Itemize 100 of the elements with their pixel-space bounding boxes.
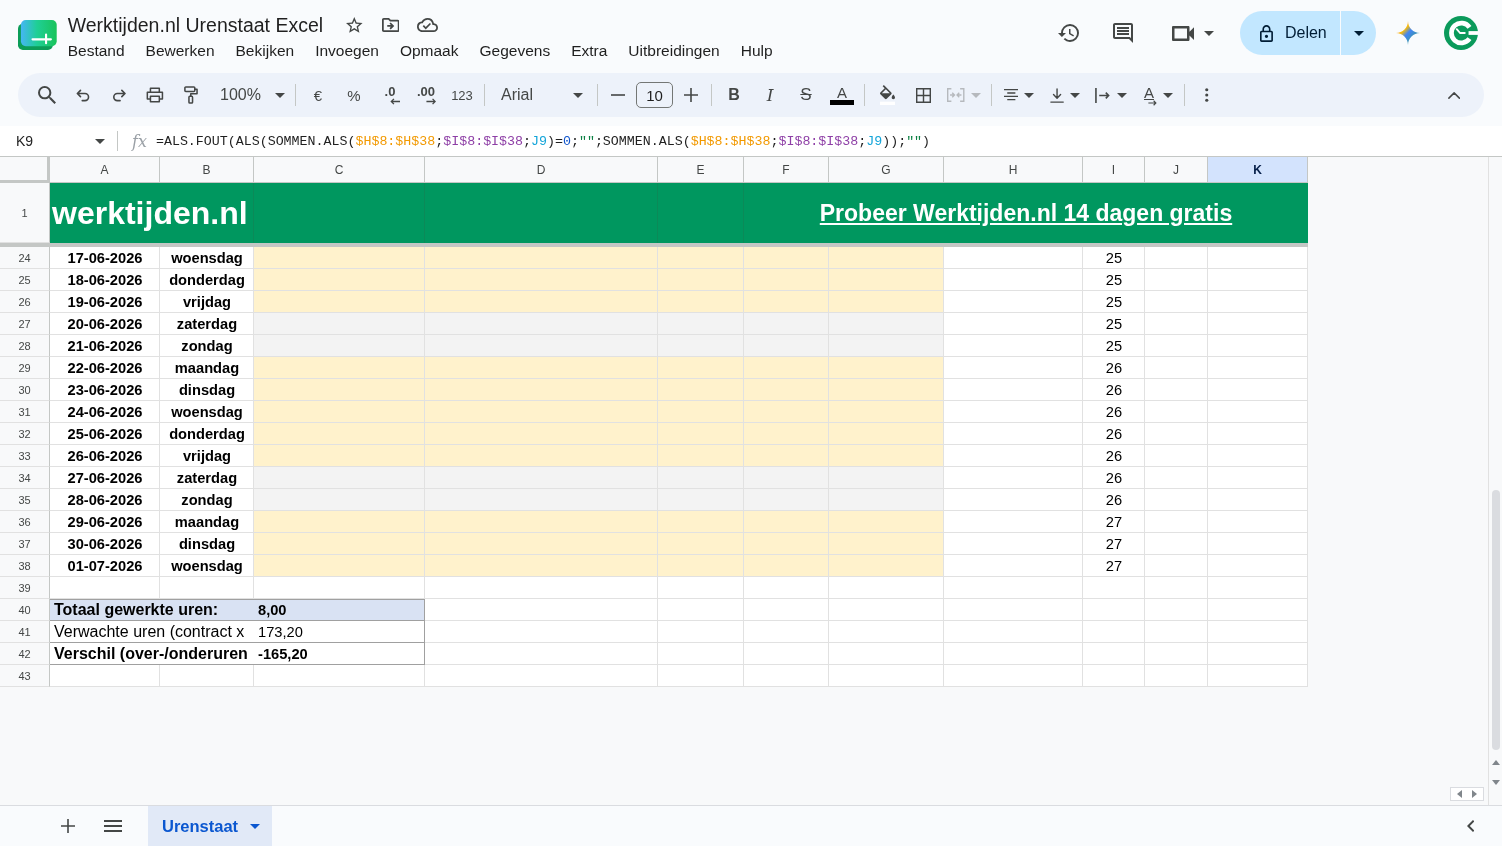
day-cell-text: dinsdag xyxy=(177,381,237,400)
column-header[interactable]: K xyxy=(1208,157,1308,183)
italic-button[interactable]: I xyxy=(752,80,788,110)
row-header[interactable]: 35 xyxy=(0,489,50,511)
decrease-decimals-button[interactable]: .0 xyxy=(372,80,408,110)
date-cell-text: 26-06-2026 xyxy=(66,447,144,466)
borders-icon[interactable] xyxy=(915,87,931,103)
zoom-dropdown[interactable]: 100% xyxy=(209,80,291,110)
menu-item[interactable]: Gegevens xyxy=(479,42,551,60)
menu-item[interactable]: Opmaak xyxy=(399,42,459,60)
name-box[interactable]: K9 xyxy=(8,128,110,154)
column-header[interactable]: H xyxy=(944,157,1083,183)
row-header[interactable]: 43 xyxy=(0,665,50,687)
column-header[interactable]: G xyxy=(829,157,944,183)
caret-icon xyxy=(1070,92,1081,98)
history-icon[interactable] xyxy=(1057,24,1079,42)
row-header[interactable]: 33 xyxy=(0,445,50,467)
row-header[interactable]: 41 xyxy=(0,621,50,643)
menu-item[interactable]: Uitbreidingen xyxy=(628,42,720,60)
row-header[interactable]: 42 xyxy=(0,643,50,665)
day-cell-text: maandag xyxy=(173,513,241,532)
document-title[interactable]: Werktijden.nl Urenstaat Excel xyxy=(67,13,324,37)
row-header[interactable]: 24 xyxy=(0,247,50,269)
column-header[interactable]: D xyxy=(425,157,658,183)
sheet-tab[interactable]: Urenstaat xyxy=(148,806,273,846)
menu-item[interactable]: Invoegen xyxy=(315,42,379,60)
day-cell-text: zaterdag xyxy=(175,469,239,488)
avatar-icon[interactable] xyxy=(1444,16,1478,50)
font-size-field[interactable]: 10 xyxy=(636,82,673,108)
undo-icon[interactable] xyxy=(75,88,91,102)
menu-item[interactable]: Extra xyxy=(571,42,608,60)
column-header[interactable]: I xyxy=(1083,157,1145,183)
paint-format-icon[interactable] xyxy=(183,86,199,104)
scroll-right-icon[interactable] xyxy=(1472,790,1477,798)
row-header[interactable]: 36 xyxy=(0,511,50,533)
menu-item[interactable]: Bestand xyxy=(67,42,125,60)
menu-item[interactable]: Bekijken xyxy=(235,42,295,60)
row-header[interactable]: 27 xyxy=(0,313,50,335)
formula-field[interactable]: =ALS.FOUT(ALS(SOMMEN.ALS($H$8:$H$38;$I$8:$I$38;J9)=0;"";SOMMEN.ALS($H$8:$H$38;$I$8:$I$38;J9));"") xyxy=(155,129,1502,153)
plus-icon[interactable] xyxy=(684,88,698,102)
summary-value: 173,20 xyxy=(254,621,425,643)
row-header[interactable]: 34 xyxy=(0,467,50,489)
font-dropdown[interactable]: Arial xyxy=(489,80,593,110)
video-camera-icon[interactable] xyxy=(1171,25,1194,41)
column-header[interactable]: C xyxy=(254,157,425,183)
cloud-check-icon[interactable] xyxy=(417,18,439,32)
redo-icon[interactable] xyxy=(111,88,127,102)
row-header[interactable]: 40 xyxy=(0,599,50,621)
day-cell-text: dinsdag xyxy=(177,535,237,554)
column-header[interactable]: F xyxy=(744,157,829,183)
summary-label: Verwachte uren (contract x xyxy=(50,621,254,643)
column-header[interactable]: E xyxy=(658,157,744,183)
app-logo-icon[interactable] xyxy=(18,20,57,50)
search-icon[interactable] xyxy=(38,86,56,104)
more-icon[interactable] xyxy=(1205,88,1209,102)
row-header[interactable]: 32 xyxy=(0,423,50,445)
comment-icon[interactable] xyxy=(1112,23,1133,43)
column-header[interactable]: A xyxy=(50,157,160,183)
sparkle-icon[interactable] xyxy=(1396,21,1420,45)
share-button[interactable]: Delen xyxy=(1240,11,1340,55)
row-header[interactable]: 25 xyxy=(0,269,50,291)
row-header[interactable]: 38 xyxy=(0,555,50,577)
caret-icon[interactable] xyxy=(1204,30,1214,36)
row-header[interactable]: 28 xyxy=(0,335,50,357)
collapse-icon[interactable] xyxy=(1447,91,1460,99)
menu-item[interactable]: Bewerken xyxy=(145,42,215,60)
text-rotation-button[interactable]: A xyxy=(1134,80,1180,110)
week-number-cell-text: 25 xyxy=(1104,249,1124,268)
print-icon[interactable] xyxy=(146,87,164,103)
trial-link[interactable]: Probeer Werktijden.nl 14 dagen gratis xyxy=(819,199,1233,227)
star-icon[interactable] xyxy=(346,17,363,33)
column-header[interactable]: B xyxy=(160,157,254,183)
strikethrough-button[interactable]: S xyxy=(788,80,824,110)
row-header[interactable]: 1 xyxy=(0,183,50,243)
menu-item[interactable]: Hulp xyxy=(740,42,773,60)
move-to-folder-icon[interactable] xyxy=(381,18,400,32)
bold-button[interactable]: B xyxy=(716,80,752,110)
date-cell-text: 18-06-2026 xyxy=(66,271,144,290)
row-header[interactable]: 26 xyxy=(0,291,50,313)
row-header[interactable]: 31 xyxy=(0,401,50,423)
number-format-button[interactable]: 123 xyxy=(444,80,480,110)
row-header[interactable]: 29 xyxy=(0,357,50,379)
add-sheet-icon[interactable] xyxy=(61,819,75,833)
increase-decimals-button[interactable]: .00 xyxy=(408,80,444,110)
week-number-cell-text: 26 xyxy=(1104,381,1124,400)
percent-button[interactable]: % xyxy=(336,80,372,110)
row-header[interactable]: 30 xyxy=(0,379,50,401)
scroll-up-icon[interactable] xyxy=(1491,760,1500,765)
text-color-button[interactable]: A xyxy=(824,80,860,110)
fill-color-icon[interactable] xyxy=(879,85,895,105)
currency-button[interactable]: € xyxy=(300,80,336,110)
row-header[interactable]: 37 xyxy=(0,533,50,555)
week-number-cell-text: 26 xyxy=(1104,491,1124,510)
side-panel-toggle-icon[interactable] xyxy=(1466,820,1474,832)
column-header[interactable]: J xyxy=(1145,157,1208,183)
scroll-left-icon[interactable] xyxy=(1457,790,1462,798)
row-header[interactable]: 39 xyxy=(0,577,50,599)
scroll-down-icon[interactable] xyxy=(1491,780,1500,785)
scrollbar-thumb[interactable] xyxy=(1491,490,1500,750)
all-sheets-icon[interactable] xyxy=(104,820,122,832)
